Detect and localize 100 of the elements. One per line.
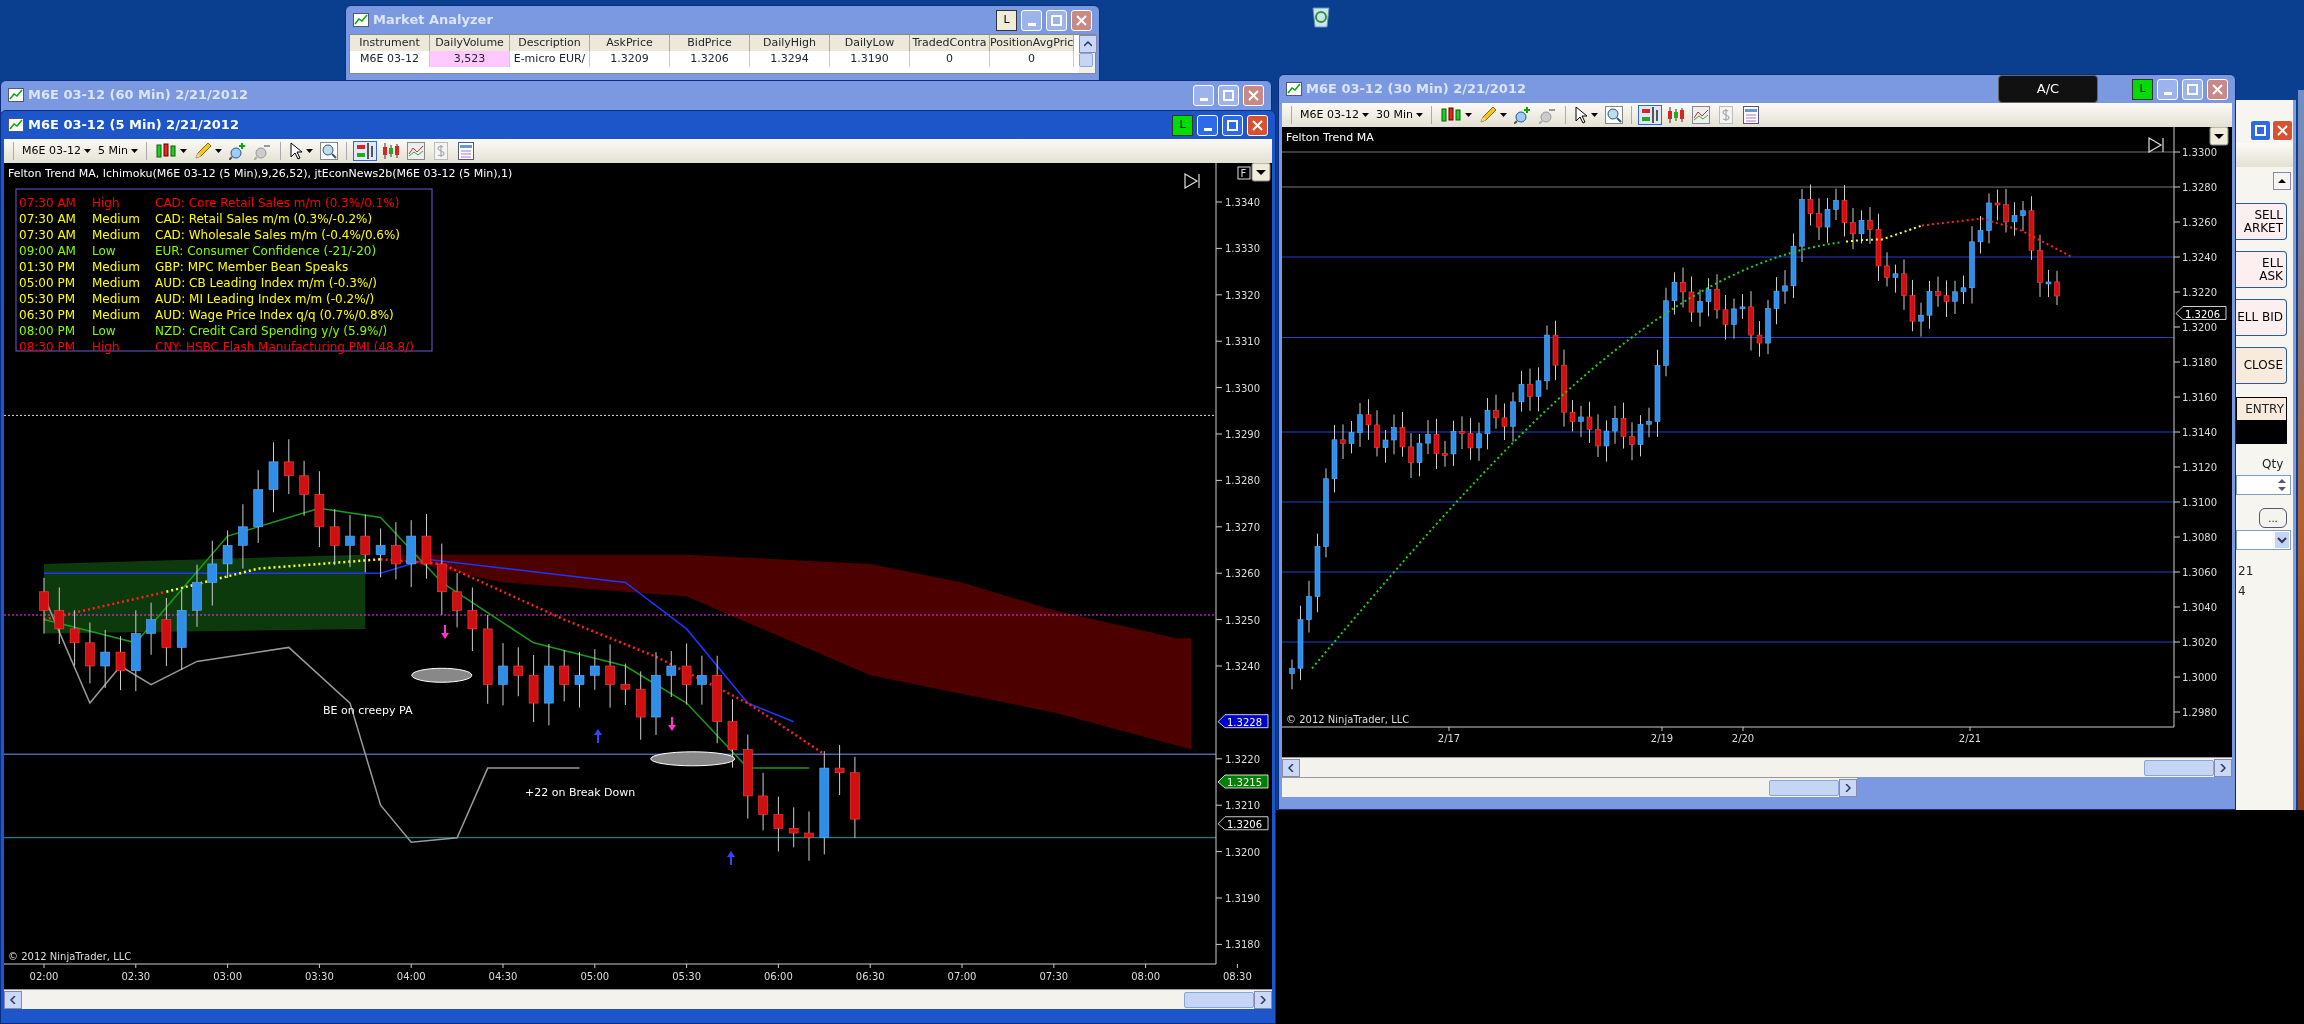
price-label: 1.3180 (2182, 357, 2217, 368)
instrument-dropdown[interactable]: M6E 03-12 (20, 141, 93, 161)
order-button[interactable]: CLOSE (2236, 347, 2287, 384)
price-label: 1.3040 (2182, 602, 2217, 613)
time-label: 06:00 (764, 971, 793, 982)
news-time: 09:00 AM (19, 244, 76, 258)
news-impact: Medium (92, 276, 140, 290)
price-label: 1.3300 (2182, 147, 2217, 158)
column-header[interactable]: PositionAvgPric (990, 35, 1074, 51)
time-label: 03:00 (213, 971, 242, 982)
price-label: 1.3250 (1225, 614, 1260, 626)
news-time: 06:30 PM (19, 308, 75, 322)
account-button[interactable]: A/C (1998, 75, 2098, 103)
time-label: 05:00 (580, 971, 610, 982)
news-impact: Medium (92, 308, 140, 322)
price-label: 1.3270 (1225, 521, 1260, 533)
time-label: 03:30 (305, 971, 334, 982)
price-marker: 1.3228 (1217, 714, 1269, 729)
price-label: 1.3330 (1225, 243, 1260, 255)
news-impact: Medium (92, 260, 140, 274)
lock-button[interactable]: L (2132, 78, 2153, 100)
price-label: 1.3340 (1225, 197, 1260, 208)
price-label: 1.3060 (2182, 567, 2217, 578)
news-event: CNY: HSBC Flash Manufacturing PMI (48.8/) (155, 340, 414, 354)
news-time: 08:30 PM (19, 340, 75, 354)
qty-label: Qty (2262, 456, 2284, 473)
price-label: 1.3140 (2182, 427, 2217, 438)
news-time: 07:30 AM (19, 212, 76, 226)
window-title: M6E 03-12 (30 Min) 2/21/2012 (1306, 80, 1526, 99)
price-label: 1.3240 (2182, 252, 2217, 263)
info-text: 4 (2238, 583, 2246, 600)
time-label: 04:00 (396, 971, 426, 982)
column-header[interactable]: DailyLow (830, 35, 910, 51)
news-time: 07:30 AM (19, 196, 76, 210)
price-label: 1.3240 (1225, 661, 1260, 672)
interval-dropdown[interactable]: 30 Min (1373, 105, 1425, 125)
column-header[interactable]: DailyVolume (430, 35, 510, 51)
chart-annotation: +22 on Break Down (525, 786, 636, 799)
news-impact: Medium (92, 292, 140, 306)
info-text: 21 (2238, 563, 2254, 580)
order-button[interactable]: ELL BID (2236, 299, 2287, 336)
price-label: 1.3300 (1225, 382, 1260, 394)
more-button[interactable]: ... (2259, 508, 2287, 528)
column-header[interactable]: BidPrice (670, 35, 750, 51)
price-label: 1.3310 (1225, 336, 1260, 348)
news-event: CAD: Retail Sales m/m (0.3%/-0.2%) (155, 212, 373, 226)
column-header[interactable]: AskPrice (590, 35, 670, 51)
interval-dropdown[interactable]: 5 Min (95, 141, 140, 161)
price-label: 1.3280 (1225, 475, 1260, 487)
price-label: 1.3100 (2182, 497, 2217, 508)
price-label: 1.3280 (2182, 182, 2217, 193)
news-time: 08:00 PM (19, 324, 75, 338)
price-label: 1.3000 (2182, 672, 2217, 683)
column-header[interactable]: DailyHigh (750, 35, 830, 51)
window-title: M6E 03-12 (5 Min) 2/21/2012 (28, 116, 239, 135)
time-label: 07:30 (1039, 971, 1069, 982)
news-event: GBP: MPC Member Bean Speaks (155, 260, 349, 274)
price-label: 1.3120 (2182, 462, 2217, 473)
news-event: AUD: MI Leading Index m/m (-0.2%/) (155, 292, 375, 306)
price-label: 1.3020 (2182, 637, 2217, 648)
window-title: Market Analyzer (373, 11, 493, 30)
window-title: M6E 03-12 (60 Min) 2/21/2012 (28, 86, 248, 105)
time-label: 02:00 (29, 971, 59, 982)
column-header[interactable]: TradedContra (910, 35, 990, 51)
price-label: 1.2980 (2182, 707, 2217, 718)
news-event: CAD: Core Retail Sales m/m (0.3%/0.1%) (155, 196, 400, 210)
entry-display: ENTRY (2236, 397, 2287, 444)
time-label: 04:30 (488, 971, 518, 982)
news-event: NZD: Credit Card Spending y/y (5.9%/) (155, 324, 388, 338)
news-time: 05:30 PM (19, 292, 75, 306)
news-event: AUD: CB Leading Index m/m (-0.3%/) (155, 276, 378, 290)
chart-annotation: BE on creepy PA (323, 704, 413, 717)
time-label: 02:30 (121, 971, 151, 982)
date-label: 2/19 (1650, 733, 1674, 744)
news-time: 01:30 PM (19, 260, 75, 274)
price-label: 1.3260 (1225, 568, 1260, 580)
price-label: 1.3210 (1225, 800, 1260, 812)
price-label: 1.3160 (2182, 392, 2217, 403)
time-label: 08:30 (1223, 971, 1252, 982)
news-event: CAD: Wholesale Sales m/m (-0.4%/0.6%) (155, 228, 401, 242)
price-marker: 1.3215 (1217, 774, 1269, 789)
date-label: 2/17 (1437, 733, 1461, 744)
news-impact: Low (92, 244, 116, 258)
date-label: 2/21 (1958, 733, 1982, 744)
order-button[interactable]: SELL ARKET (2236, 203, 2287, 240)
news-event: AUD: Wage Price Index q/q (0.7%/0.8%) (155, 308, 394, 322)
price-label: 1.3180 (1225, 939, 1260, 951)
instrument-dropdown[interactable]: M6E 03-12 (1298, 105, 1371, 125)
news-time: 07:30 AM (19, 228, 76, 242)
time-label: 05:30 (672, 971, 701, 982)
lock-button[interactable]: L (996, 9, 1017, 31)
news-time: 05:00 PM (19, 276, 75, 290)
column-header[interactable]: Description (510, 35, 590, 51)
column-header[interactable]: Instrument (350, 35, 430, 51)
price-marker: 1.3206 (1217, 816, 1269, 831)
news-event: EUR: Consumer Confidence (-21/-20) (155, 244, 377, 258)
table-cell: 3,523 (430, 51, 510, 67)
order-button[interactable]: ELL ASK (2236, 251, 2287, 288)
lock-button[interactable]: L (1172, 114, 1193, 136)
price-label: 1.3220 (1225, 753, 1260, 765)
